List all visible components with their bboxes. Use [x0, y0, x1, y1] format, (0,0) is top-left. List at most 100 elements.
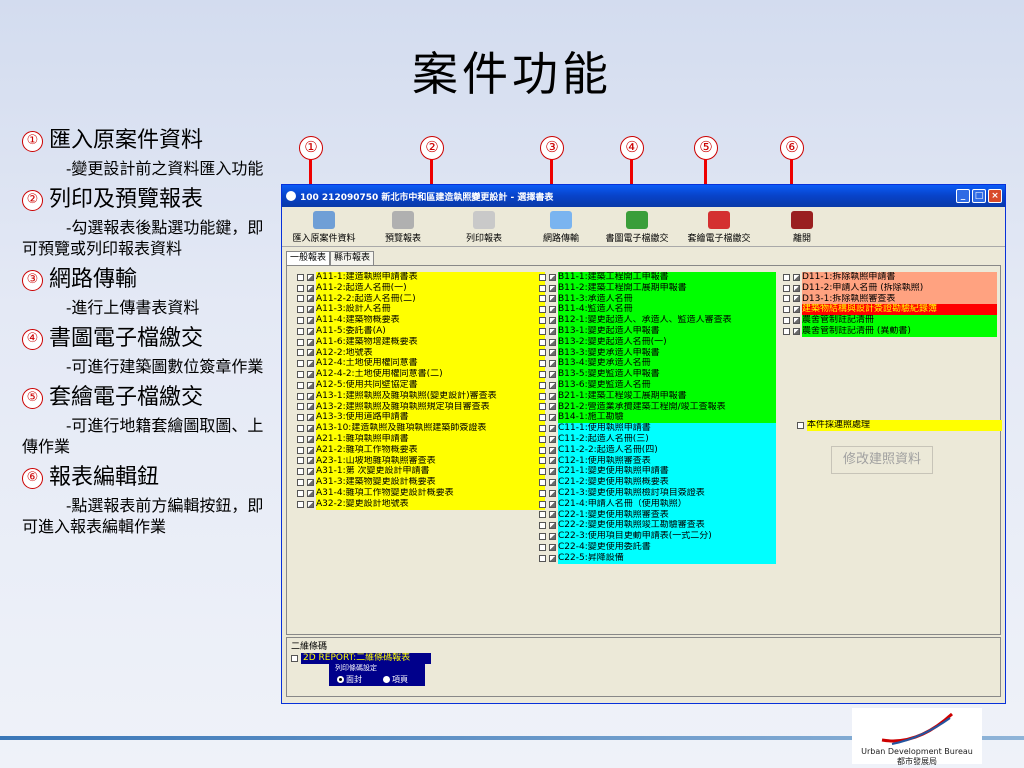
report-checkbox[interactable]	[539, 533, 546, 541]
report-checkbox[interactable]	[539, 425, 546, 433]
edit-report-icon[interactable]	[307, 349, 314, 357]
edit-report-icon[interactable]	[793, 306, 800, 314]
edit-report-icon[interactable]	[549, 435, 556, 443]
edit-report-icon[interactable]	[549, 446, 556, 454]
edit-report-icon[interactable]	[549, 273, 556, 281]
report-checkbox[interactable]	[297, 446, 304, 454]
report-checkbox[interactable]	[539, 500, 546, 508]
edit-report-icon[interactable]	[307, 425, 314, 433]
joint-license-checkbox[interactable]	[797, 421, 804, 429]
report-checkbox[interactable]	[297, 317, 304, 325]
edit-report-icon[interactable]	[549, 295, 556, 303]
report-checkbox[interactable]	[783, 284, 790, 292]
report-checkbox[interactable]	[539, 554, 546, 562]
report-checkbox[interactable]	[539, 511, 546, 519]
report-checkbox[interactable]	[297, 349, 304, 357]
report-checkbox[interactable]	[783, 317, 790, 325]
edit-report-icon[interactable]	[307, 479, 314, 487]
report-checkbox[interactable]	[297, 425, 304, 433]
edit-report-icon[interactable]	[549, 554, 556, 562]
report-checkbox[interactable]	[539, 317, 546, 325]
edit-report-icon[interactable]	[549, 327, 556, 335]
radio-page[interactable]: 項頁	[383, 674, 408, 685]
report-checkbox[interactable]	[539, 306, 546, 314]
report-checkbox[interactable]	[297, 327, 304, 335]
edit-report-icon[interactable]	[549, 511, 556, 519]
edit-report-icon[interactable]	[549, 371, 556, 379]
report-checkbox[interactable]	[539, 295, 546, 303]
report-checkbox[interactable]	[297, 360, 304, 368]
report-checkbox[interactable]	[539, 435, 546, 443]
edit-report-icon[interactable]	[549, 317, 556, 325]
edit-report-icon[interactable]	[307, 489, 314, 497]
report-checkbox[interactable]	[297, 479, 304, 487]
report-checkbox[interactable]	[539, 273, 546, 281]
report-checkbox[interactable]	[539, 284, 546, 292]
report-checkbox[interactable]	[297, 457, 304, 465]
edit-report-icon[interactable]	[549, 479, 556, 487]
edit-report-icon[interactable]	[549, 489, 556, 497]
edit-report-icon[interactable]	[307, 284, 314, 292]
report-checkbox[interactable]	[297, 414, 304, 422]
report-checkbox[interactable]	[297, 403, 304, 411]
report-checkbox[interactable]	[539, 446, 546, 454]
edit-report-icon[interactable]	[307, 446, 314, 454]
report-checkbox[interactable]	[539, 371, 546, 379]
edit-report-icon[interactable]	[307, 457, 314, 465]
report-checkbox[interactable]	[297, 435, 304, 443]
report-checkbox[interactable]	[297, 468, 304, 476]
overlay-file-submit-button[interactable]: 套繪電子檔繳交	[678, 208, 760, 244]
report-checkbox[interactable]	[539, 381, 546, 389]
edit-report-icon[interactable]	[549, 533, 556, 541]
edit-report-icon[interactable]	[307, 338, 314, 346]
edit-report-icon[interactable]	[549, 500, 556, 508]
preview-report-button[interactable]: 預覽報表	[364, 208, 442, 244]
report-checkbox[interactable]	[297, 371, 304, 379]
edit-report-icon[interactable]	[793, 295, 800, 303]
report-checkbox[interactable]	[297, 284, 304, 292]
close-button[interactable]: ×	[988, 189, 1002, 203]
report-checkbox[interactable]	[783, 306, 790, 314]
report-checkbox[interactable]	[539, 457, 546, 465]
edit-report-icon[interactable]	[549, 414, 556, 422]
edit-report-icon[interactable]	[793, 273, 800, 281]
edit-report-icon[interactable]	[549, 543, 556, 551]
edit-report-icon[interactable]	[307, 295, 314, 303]
edit-report-icon[interactable]	[549, 425, 556, 433]
edit-report-icon[interactable]	[307, 306, 314, 314]
joint-license-check[interactable]: 本件採連照處理	[797, 420, 1002, 431]
report-checkbox[interactable]	[539, 392, 546, 400]
edit-report-icon[interactable]	[549, 338, 556, 346]
report-checkbox[interactable]	[539, 414, 546, 422]
report-checkbox[interactable]	[297, 306, 304, 314]
report-checkbox[interactable]	[783, 273, 790, 281]
report-checkbox[interactable]	[297, 381, 304, 389]
edit-report-icon[interactable]	[307, 468, 314, 476]
edit-report-icon[interactable]	[793, 317, 800, 325]
edit-report-icon[interactable]	[549, 392, 556, 400]
report-checkbox[interactable]	[783, 327, 790, 335]
report-checkbox[interactable]	[539, 543, 546, 551]
edit-report-icon[interactable]	[549, 403, 556, 411]
edit-report-icon[interactable]	[307, 500, 314, 508]
report-checkbox[interactable]	[297, 392, 304, 400]
edit-report-icon[interactable]	[549, 457, 556, 465]
tab-general-reports[interactable]: 一般報表	[286, 251, 331, 265]
maximize-button[interactable]: □	[972, 189, 986, 203]
import-case-button[interactable]: 匯入原案件資料	[284, 208, 364, 244]
report-checkbox[interactable]	[539, 360, 546, 368]
report-checkbox[interactable]	[297, 273, 304, 281]
report-checkbox[interactable]	[539, 403, 546, 411]
edit-report-icon[interactable]	[549, 284, 556, 292]
radio-cover[interactable]: 面封	[337, 674, 362, 685]
drawing-file-submit-button[interactable]: 書圖電子檔繳交	[596, 208, 678, 244]
edit-report-icon[interactable]	[307, 273, 314, 281]
report-checkbox[interactable]	[539, 522, 546, 530]
edit-report-icon[interactable]	[307, 435, 314, 443]
edit-report-icon[interactable]	[307, 371, 314, 379]
edit-report-icon[interactable]	[549, 360, 556, 368]
tab-county-reports[interactable]: 縣市報表	[330, 251, 375, 265]
report-checkbox[interactable]	[297, 295, 304, 303]
report-checkbox[interactable]	[539, 489, 546, 497]
minimize-button[interactable]: _	[956, 189, 970, 203]
